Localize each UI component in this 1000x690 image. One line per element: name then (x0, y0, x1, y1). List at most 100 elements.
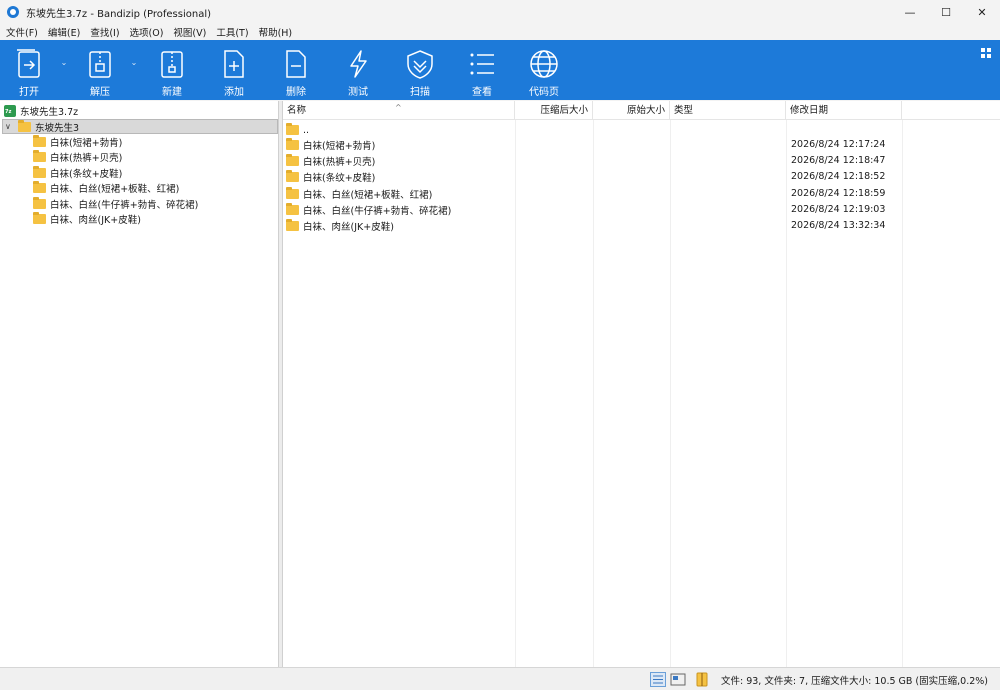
tree-item[interactable]: 白袜(热裤+贝壳) (33, 149, 122, 164)
column-header-name-label: 名称 (287, 105, 307, 116)
tree-item-label: 白袜、肉丝(JK+皮鞋) (50, 214, 141, 226)
minimize-button[interactable]: — (892, 0, 928, 24)
layout-grid-icon[interactable] (981, 48, 991, 58)
folder-icon (286, 123, 299, 135)
details-view-icon[interactable] (650, 672, 666, 687)
tree-item-label: 东坡先生3 (35, 122, 80, 134)
menu-help[interactable]: 帮助(H) (259, 25, 293, 39)
tree-item[interactable]: 白袜(短裙+勃肯) (33, 134, 122, 149)
row-modified: 2026/8/24 12:19:03 (791, 204, 886, 215)
list-header: 名称 ^ 压缩后大小 原始大小 类型 修改日期 (283, 101, 1000, 120)
row-name: 白袜、白丝(短裙+板鞋、红裙) (303, 190, 433, 201)
tree-archive-root[interactable]: 东坡先生3.7z (4, 103, 78, 118)
row-modified: 2026/8/24 12:17:24 (791, 139, 886, 150)
menu-options[interactable]: 选项(O) (130, 25, 164, 39)
folder-icon (286, 138, 299, 150)
folder-icon (33, 165, 46, 178)
menu-bar: 文件(F) 编辑(E) 查找(I) 选项(O) 视图(V) 工具(T) 帮助(H… (0, 24, 1000, 40)
tree-item-label: 白袜(短裙+勃肯) (50, 137, 123, 149)
table-row[interactable]: 白袜、肉丝(JK+皮鞋) 2026/8/24 13:32:34 (283, 218, 1000, 234)
extract-icon (89, 51, 111, 78)
tree-item-label: 白袜、白丝(牛仔裤+勃肯、碎花裙) (50, 199, 199, 211)
column-header-modified[interactable]: 修改日期 (786, 101, 902, 120)
name-cell: 白袜(短裙+勃肯) (286, 137, 375, 153)
tree-item[interactable]: 白袜(条纹+皮鞋) (33, 165, 122, 180)
window-controls: — ☐ ✕ (892, 0, 1000, 24)
delete-label: 删除 (286, 87, 306, 98)
sort-ascending-icon: ^ (395, 103, 402, 112)
column-header-name[interactable]: 名称 ^ (283, 101, 515, 120)
folder-tree-pane[interactable]: 东坡先生3.7z ∨ 东坡先生3 白袜(短裙+勃肯) 白袜(热裤+贝壳) 白袜(… (0, 101, 279, 667)
codepage-button[interactable]: 代码页 (519, 40, 569, 100)
tree-item-root-folder[interactable]: ∨ 东坡先生3 (2, 119, 278, 134)
new-archive-icon (161, 51, 183, 78)
add-label: 添加 (224, 87, 244, 98)
new-label: 新建 (162, 87, 182, 98)
column-header-packed-size[interactable]: 压缩后大小 (515, 101, 593, 120)
name-cell: 白袜、白丝(短裙+板鞋、红裙) (286, 186, 432, 202)
title-bar: 东坡先生3.7z - Bandizip (Professional) — ☐ ✕ (0, 0, 1000, 24)
archive-info-icon[interactable] (694, 672, 710, 687)
column-header-type[interactable]: 类型 (670, 101, 786, 120)
delete-button[interactable]: 删除 (271, 40, 321, 100)
open-dropdown-icon[interactable]: ⌄ (59, 58, 69, 68)
maximize-button[interactable]: ☐ (928, 0, 964, 24)
menu-view[interactable]: 视图(V) (173, 25, 206, 39)
folder-icon (33, 180, 46, 193)
table-row[interactable]: 白袜、白丝(短裙+板鞋、红裙) 2026/8/24 12:18:59 (283, 186, 1000, 202)
add-file-icon (224, 50, 244, 78)
file-list-pane[interactable]: 名称 ^ 压缩后大小 原始大小 类型 修改日期 .. 白袜(短裙+勃肯) 202… (283, 101, 1000, 667)
name-cell: 白袜(热裤+贝壳) (286, 153, 375, 169)
name-cell: 白袜、肉丝(JK+皮鞋) (286, 218, 394, 234)
menu-tools[interactable]: 工具(T) (216, 25, 248, 39)
tree-item[interactable]: 白袜、肉丝(JK+皮鞋) (33, 211, 141, 226)
name-cell: .. (286, 122, 309, 138)
tree-item[interactable]: 白袜、白丝(短裙+板鞋、红裙) (33, 180, 179, 195)
table-row[interactable]: 白袜(条纹+皮鞋) 2026/8/24 12:18:52 (283, 169, 1000, 185)
table-row[interactable]: 白袜(热裤+贝壳) 2026/8/24 12:18:47 (283, 153, 1000, 169)
row-name: 白袜、白丝(牛仔裤+勃肯、碎花裙) (303, 206, 452, 217)
extract-button[interactable]: 解压 (75, 40, 125, 100)
open-button[interactable]: 打开 (4, 40, 54, 100)
folder-icon (286, 203, 299, 215)
menu-edit[interactable]: 编辑(E) (48, 25, 80, 39)
test-label: 测试 (348, 87, 368, 98)
name-cell: 白袜、白丝(牛仔裤+勃肯、碎花裙) (286, 202, 451, 218)
codepage-label: 代码页 (529, 87, 559, 98)
lightning-icon (350, 50, 367, 78)
thumbnail-view-icon[interactable] (670, 672, 686, 687)
extract-label: 解压 (90, 87, 110, 98)
extract-dropdown-icon[interactable]: ⌄ (129, 58, 139, 68)
menu-file[interactable]: 文件(F) (6, 25, 38, 39)
row-modified: 2026/8/24 12:18:52 (791, 171, 886, 182)
scan-button[interactable]: 扫描 (395, 40, 445, 100)
tree-item-label: 白袜(条纹+皮鞋) (50, 168, 123, 180)
parent-folder-label: .. (303, 124, 310, 136)
expand-chevron-icon[interactable]: ∨ (5, 122, 15, 131)
globe-icon (530, 50, 558, 78)
list-row-parent[interactable]: .. (283, 122, 1000, 138)
shield-icon (407, 50, 433, 79)
tree-item[interactable]: 白袜、白丝(牛仔裤+勃肯、碎花裙) (33, 196, 198, 211)
folder-icon (286, 170, 299, 182)
close-button[interactable]: ✕ (964, 0, 1000, 24)
folder-icon (18, 119, 31, 132)
status-bar: 文件: 93, 文件夹: 7, 压缩文件大小: 10.5 GB (固实压缩,0.… (0, 667, 1000, 690)
menu-find[interactable]: 查找(I) (90, 25, 119, 39)
delete-file-icon (286, 50, 306, 78)
table-row[interactable]: 白袜、白丝(牛仔裤+勃肯、碎花裙) 2026/8/24 12:19:03 (283, 202, 1000, 218)
view-button[interactable]: 查看 (457, 40, 507, 100)
table-row[interactable]: 白袜(短裙+勃肯) 2026/8/24 12:17:24 (283, 137, 1000, 153)
test-button[interactable]: 测试 (333, 40, 383, 100)
tree-item-label: 白袜、白丝(短裙+板鞋、红裙) (50, 183, 180, 195)
tree-item-label: 白袜(热裤+贝壳) (50, 152, 123, 164)
row-name: 白袜(条纹+皮鞋) (303, 173, 376, 184)
new-button[interactable]: 新建 (147, 40, 197, 100)
column-header-original-size[interactable]: 原始大小 (593, 101, 670, 120)
folder-icon (286, 187, 299, 199)
row-name: 白袜、肉丝(JK+皮鞋) (303, 222, 394, 233)
folder-icon (33, 196, 46, 209)
folder-icon (33, 211, 46, 224)
add-button[interactable]: 添加 (209, 40, 259, 100)
folder-icon (286, 154, 299, 166)
